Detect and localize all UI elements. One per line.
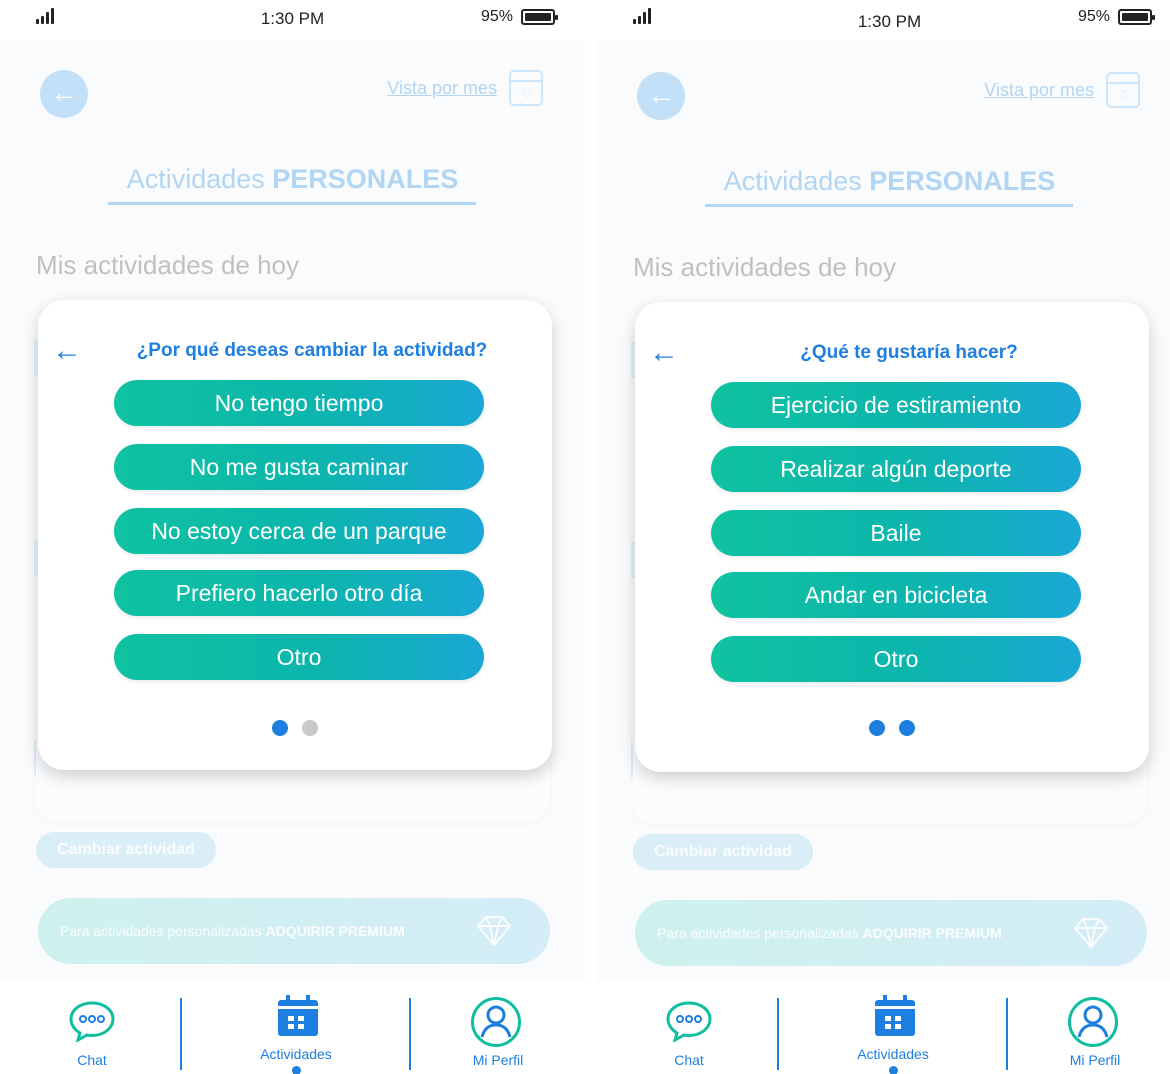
option-button[interactable]: No tengo tiempo — [114, 380, 484, 426]
premium-text: Para actividades personalizadas — [657, 925, 863, 941]
user-circle-icon — [1068, 997, 1118, 1047]
calendar-heart-icon[interactable]: ♡ — [509, 70, 543, 106]
arrow-left-icon: ← — [647, 79, 675, 110]
option-button[interactable]: Prefiero hacerlo otro día — [114, 570, 484, 616]
status-bar: 1:30 PM 95% — [0, 0, 585, 40]
status-bar: 1:30 PM 95% — [597, 0, 1170, 40]
nav-divider — [180, 998, 182, 1070]
active-indicator — [889, 1066, 898, 1074]
page-title-regular: Actividades — [723, 166, 870, 196]
phone-screen-preferences: 1:30 PM 95% ← Vista por mes ♡ Actividade… — [597, 0, 1170, 1074]
activity-choice-modal: ← ¿Qué te gustaría hacer? Ejercicio de e… — [635, 302, 1149, 772]
option-button[interactable]: Realizar algún deporte — [711, 446, 1081, 492]
modal-title: ¿Por qué deseas cambiar la actividad? — [136, 340, 488, 361]
change-reason-modal: ← ¿Por qué deseas cambiar la actividad? … — [38, 300, 552, 770]
option-button[interactable]: No me gusta caminar — [114, 444, 484, 490]
nav-chat[interactable]: Chat — [2, 980, 182, 1074]
nav-profile-label: Mi Perfil — [472, 1052, 524, 1068]
today-activities-heading: Mis actividades de hoy — [633, 252, 897, 282]
nav-activities[interactable]: Actividades — [803, 980, 983, 1074]
pager-dot-active[interactable] — [272, 720, 288, 736]
calendar-icon — [875, 995, 915, 1036]
bottom-nav: Chat Actividades Mi Perfil — [0, 980, 585, 1074]
nav-activities-label: Actividades — [260, 1046, 332, 1062]
battery-percent: 95% — [1077, 8, 1110, 25]
page-title-bold: PERSONALES — [272, 164, 459, 194]
pager-dot[interactable] — [869, 720, 885, 736]
option-button[interactable]: Otro — [711, 636, 1081, 682]
pager-dot[interactable] — [302, 720, 318, 736]
page-title: Actividades PERSONALES — [0, 164, 585, 195]
nav-divider — [777, 998, 779, 1070]
pager-dot-active[interactable] — [899, 720, 915, 736]
back-button[interactable]: ← — [40, 70, 88, 118]
arrow-left-icon: ← — [50, 77, 78, 108]
nav-profile[interactable]: Mi Perfil — [1005, 980, 1170, 1074]
option-button[interactable]: Ejercicio de estiramiento — [711, 382, 1081, 428]
calendar-heart-icon[interactable]: ♡ — [1106, 72, 1140, 108]
nav-profile[interactable]: Mi Perfil — [408, 980, 585, 1074]
nav-activities[interactable]: Actividades — [206, 980, 386, 1074]
nav-chat-label: Chat — [77, 1052, 107, 1068]
active-indicator — [292, 1066, 301, 1074]
today-activities-heading: Mis actividades de hoy — [36, 250, 300, 280]
battery-percent: 95% — [480, 8, 513, 25]
change-activity-button[interactable]: Cambiar actividad — [633, 834, 813, 870]
nav-chat[interactable]: Chat — [599, 980, 779, 1074]
option-button[interactable]: No estoy cerca de un parque — [114, 508, 484, 554]
pager-dots — [38, 720, 552, 736]
change-activity-button[interactable]: Cambiar actividad — [36, 832, 216, 868]
diamond-icon — [1073, 918, 1109, 949]
option-button[interactable]: Otro — [114, 634, 484, 680]
calendar-icon — [278, 995, 318, 1036]
user-circle-icon — [471, 997, 521, 1047]
page-title: Actividades PERSONALES — [597, 166, 1170, 197]
premium-banner[interactable]: Para actividades personalizadas ADQUIRIR… — [38, 898, 550, 964]
option-button[interactable]: Andar en bicicleta — [711, 572, 1081, 618]
phone-screen-reasons: 1:30 PM 95% ← Vista por mes ♡ Actividade… — [0, 0, 585, 1074]
title-underline — [108, 202, 476, 205]
battery-icon — [521, 9, 558, 25]
premium-banner[interactable]: Para actividades personalizadas ADQUIRIR… — [635, 900, 1147, 966]
nav-chat-label: Chat — [674, 1052, 704, 1068]
chat-bubble-icon — [69, 1001, 115, 1042]
month-view-link[interactable]: Vista por mes — [984, 80, 1094, 101]
premium-text: Para actividades personalizadas — [60, 923, 266, 939]
modal-title: ¿Qué te gustaría hacer? — [800, 342, 1018, 363]
premium-bold: ADQUIRIR PREMIUM — [862, 925, 1002, 941]
nav-activities-label: Actividades — [857, 1046, 929, 1062]
bottom-nav: Chat Actividades Mi Perfil — [597, 980, 1170, 1074]
diamond-icon — [476, 916, 512, 947]
arrow-left-icon[interactable]: ← — [649, 338, 679, 368]
premium-bold: ADQUIRIR PREMIUM — [265, 923, 405, 939]
chat-bubble-icon — [666, 1001, 712, 1042]
option-button[interactable]: Baile — [711, 510, 1081, 556]
battery-icon — [1118, 9, 1155, 25]
screenshot: 1:30 PM 95% ← Vista por mes ♡ Actividade… — [0, 0, 1170, 1074]
page-title-regular: Actividades — [126, 164, 273, 194]
nav-profile-label: Mi Perfil — [1069, 1052, 1121, 1068]
month-view-link[interactable]: Vista por mes — [387, 78, 497, 99]
pager-dots — [635, 720, 1149, 736]
back-button[interactable]: ← — [637, 72, 685, 120]
page-title-bold: PERSONALES — [869, 166, 1056, 196]
arrow-left-icon[interactable]: ← — [52, 336, 82, 366]
title-underline — [705, 204, 1073, 207]
